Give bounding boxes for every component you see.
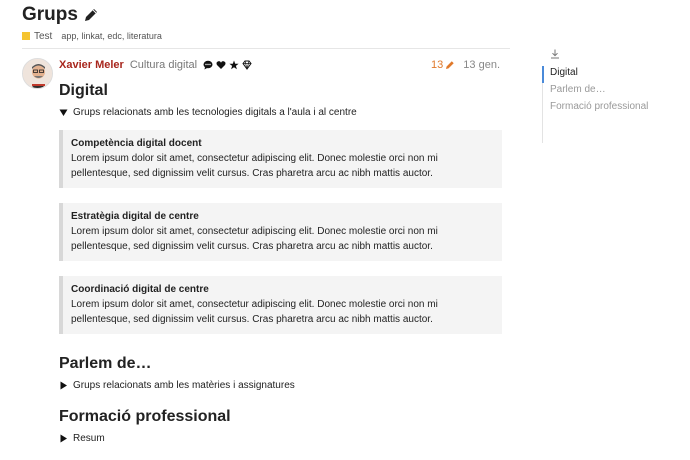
quote-text: Lorem ipsum dolor sit amet, consectetur … xyxy=(71,153,438,179)
quote-text: Lorem ipsum dolor sit amet, consectetur … xyxy=(71,226,438,252)
star-icon xyxy=(229,60,239,70)
table-of-contents: Digital Parlem de… Formació professional xyxy=(542,49,682,143)
topic-tags[interactable]: app, linkat, edc, literatura xyxy=(61,31,162,41)
details-summary-formacio: Resum xyxy=(73,433,105,444)
comment-icon xyxy=(203,60,213,70)
toc-active-indicator xyxy=(542,66,544,83)
toc-item-parlem[interactable]: Parlem de… xyxy=(550,81,682,98)
quote-block: Estratègia digital de centre Lorem ipsum… xyxy=(59,203,502,261)
quote-title: Estratègia digital de centre xyxy=(71,211,199,222)
heart-icon xyxy=(216,61,226,69)
details-parlem[interactable]: Grups relacionats amb les matèries i ass… xyxy=(59,380,502,391)
avatar[interactable] xyxy=(22,58,53,89)
details-summary-parlem: Grups relacionats amb les matèries i ass… xyxy=(73,380,295,391)
post-meta: Xavier Meler Cultura digital 13 13 gen. xyxy=(59,58,500,72)
edit-history-pencil-icon[interactable] xyxy=(445,60,455,70)
page-title[interactable]: Grups xyxy=(22,4,78,26)
download-icon[interactable] xyxy=(550,49,560,59)
post-date[interactable]: 13 gen. xyxy=(463,59,500,71)
heading-parlem: Parlem de… xyxy=(59,355,152,372)
edit-history-count[interactable]: 13 xyxy=(431,59,443,71)
quote-block: Competència digital docent Lorem ipsum d… xyxy=(59,130,502,188)
heading-digital: Digital xyxy=(59,82,108,99)
quote-title: Competència digital docent xyxy=(71,138,202,149)
quote-title: Coordinació digital de centre xyxy=(71,284,209,295)
quote-block: Coordinació digital de centre Lorem ipsu… xyxy=(59,276,502,334)
category-badge-color xyxy=(22,32,30,40)
heading-formacio: Formació professional xyxy=(59,408,231,425)
toc-item-formacio[interactable]: Formació professional xyxy=(550,98,682,115)
gem-icon xyxy=(242,60,252,70)
triangle-down-icon xyxy=(59,109,68,116)
triangle-right-icon xyxy=(60,381,67,390)
header-divider xyxy=(22,48,510,49)
details-formacio[interactable]: Resum xyxy=(59,433,502,444)
triangle-right-icon xyxy=(60,434,67,443)
pencil-icon[interactable] xyxy=(83,7,99,23)
details-summary-digital: Grups relacionats amb les tecnologies di… xyxy=(73,107,357,118)
username[interactable]: Xavier Meler xyxy=(59,59,124,71)
quote-text: Lorem ipsum dolor sit amet, consectetur … xyxy=(71,299,438,325)
toc-item-digital[interactable]: Digital xyxy=(550,64,682,81)
post-body: Digital Grups relacionats amb les tecnol… xyxy=(59,82,502,444)
details-digital[interactable]: Grups relacionats amb les tecnologies di… xyxy=(59,107,502,118)
topic-header: Grups Test app, linkat, edc, literatura xyxy=(22,4,512,42)
category-badge[interactable]: Test xyxy=(34,31,52,42)
user-title: Cultura digital xyxy=(129,59,198,71)
